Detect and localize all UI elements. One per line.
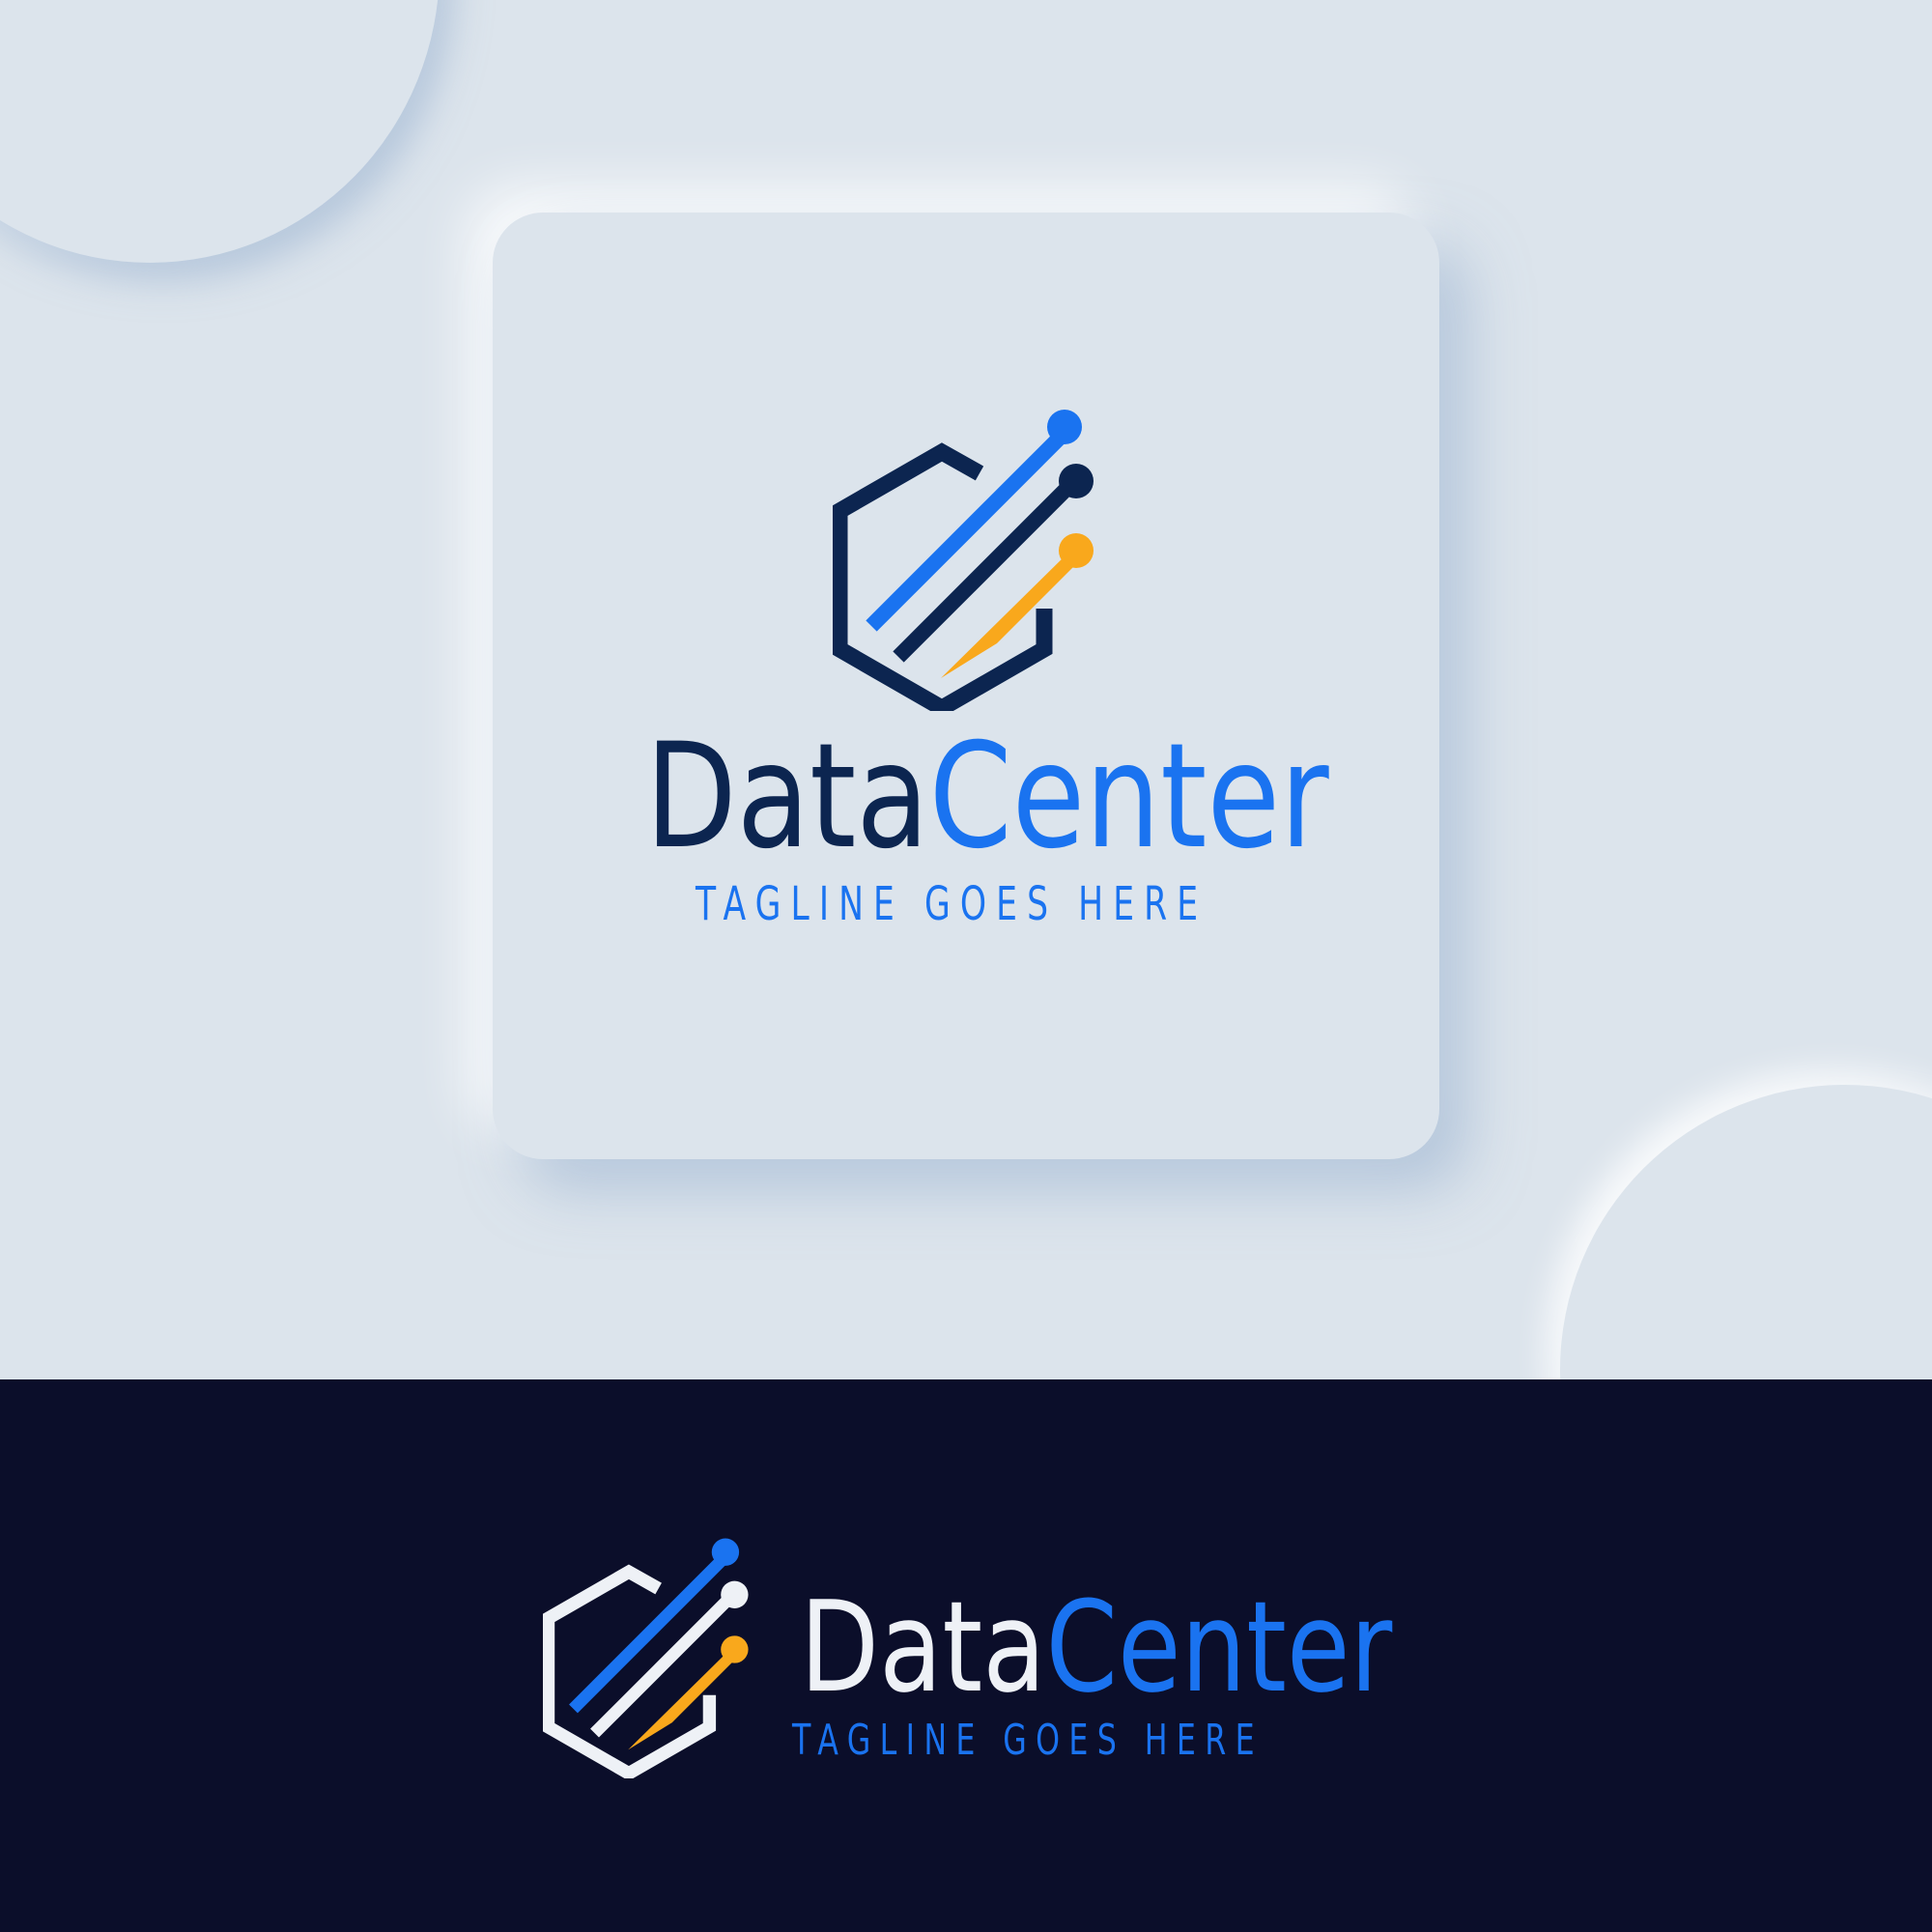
light-showcase-area: DataCenter TAGLINE GOES HERE [0,0,1932,1379]
brand-wordmark-dark: DataCenter [800,1584,1392,1710]
brand-name-part2: Center [1045,1574,1393,1720]
decorative-circle-top-left [0,0,440,263]
brand-wordmark: DataCenter [645,724,1329,869]
brand-name-part1: Data [800,1574,1046,1720]
hexagon-data-lines-icon [543,1531,757,1778]
decorative-circle-bottom-right [1560,1085,1932,1379]
brand-name-part2: Center [928,713,1329,881]
tagline-dark: TAGLINE GOES HERE [792,1716,1264,1765]
hexagon-data-lines-icon [833,404,1105,711]
tagline: TAGLINE GOES HERE [696,877,1208,931]
brand-name-part1: Data [645,713,929,881]
